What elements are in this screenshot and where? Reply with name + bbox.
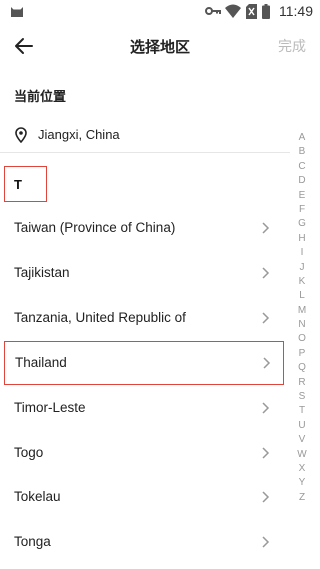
index-letter-r[interactable]: R xyxy=(292,376,312,390)
country-name: Tokelau xyxy=(14,489,61,504)
chevron-right-icon xyxy=(263,357,271,369)
index-letter-o[interactable]: O xyxy=(292,332,312,346)
index-letter-t[interactable]: T xyxy=(292,404,312,418)
country-item-thailand[interactable]: Thailand xyxy=(4,341,284,385)
country-item-tanzania[interactable]: Tanzania, United Republic of xyxy=(0,296,290,340)
chevron-right-icon xyxy=(262,222,270,234)
chevron-right-icon xyxy=(262,536,270,548)
index-letter-y[interactable]: Y xyxy=(292,476,312,490)
chevron-right-icon xyxy=(262,267,270,279)
status-bar: 11:49 xyxy=(0,0,320,24)
index-letter-p[interactable]: P xyxy=(292,347,312,361)
country-name: Tajikistan xyxy=(14,265,70,280)
chevron-right-icon xyxy=(262,402,270,414)
current-location-value: Jiangxi, China xyxy=(38,127,120,142)
index-letter-u[interactable]: U xyxy=(292,419,312,433)
no-sim-icon xyxy=(246,4,257,19)
index-letter-m[interactable]: M xyxy=(292,304,312,318)
country-item-tonga[interactable]: Tonga xyxy=(0,520,290,564)
country-item-tokelau[interactable]: Tokelau xyxy=(0,475,290,519)
country-name: Tonga xyxy=(14,534,51,549)
key-icon xyxy=(205,7,221,15)
index-letter-a[interactable]: A xyxy=(292,131,312,145)
app-bar: 选择地区 完成 xyxy=(0,24,320,68)
chevron-right-icon xyxy=(262,447,270,459)
index-letter-h[interactable]: H xyxy=(292,232,312,246)
chevron-right-icon xyxy=(262,312,270,324)
index-letter-c[interactable]: C xyxy=(292,160,312,174)
index-letter-e[interactable]: E xyxy=(292,189,312,203)
index-letter-k[interactable]: K xyxy=(292,275,312,289)
index-letter-j[interactable]: J xyxy=(292,261,312,275)
index-letter-v[interactable]: V xyxy=(292,433,312,447)
section-letter: T xyxy=(14,177,22,192)
back-arrow-icon[interactable] xyxy=(12,34,36,58)
country-name: Tanzania, United Republic of xyxy=(14,310,186,325)
current-location-item[interactable]: Jiangxi, China xyxy=(0,118,290,153)
status-time: 11:49 xyxy=(279,3,313,19)
chevron-right-icon xyxy=(262,491,270,503)
index-letter-x[interactable]: X xyxy=(292,462,312,476)
index-letter-l[interactable]: L xyxy=(292,289,312,303)
page-title: 选择地区 xyxy=(129,38,190,56)
country-item-tajikistan[interactable]: Tajikistan xyxy=(0,251,290,295)
index-letter-i[interactable]: I xyxy=(292,246,312,260)
country-name: Timor-Leste xyxy=(14,400,86,415)
country-name: Taiwan (Province of China) xyxy=(14,220,176,235)
done-button[interactable]: 完成 xyxy=(278,36,306,56)
alphabet-index[interactable]: A B C D E F G H I J K L M N O P Q R S T … xyxy=(292,131,312,505)
current-location-label: 当前位置 xyxy=(14,90,67,105)
country-name: Togo xyxy=(14,445,44,460)
cat-icon xyxy=(11,7,23,17)
index-letter-b[interactable]: B xyxy=(292,145,312,159)
index-letter-s[interactable]: S xyxy=(292,390,312,404)
country-item-togo[interactable]: Togo xyxy=(0,431,290,475)
index-letter-z[interactable]: Z xyxy=(292,491,312,505)
country-item-taiwan[interactable]: Taiwan (Province of China) xyxy=(0,206,290,250)
index-letter-q[interactable]: Q xyxy=(292,361,312,375)
index-letter-g[interactable]: G xyxy=(292,217,312,231)
wifi-icon xyxy=(225,4,241,18)
index-letter-f[interactable]: F xyxy=(292,203,312,217)
location-pin-icon xyxy=(15,127,27,143)
index-letter-d[interactable]: D xyxy=(292,174,312,188)
battery-icon xyxy=(262,4,270,19)
index-letter-w[interactable]: W xyxy=(292,448,312,462)
country-name: Thailand xyxy=(15,355,67,370)
index-letter-n[interactable]: N xyxy=(292,318,312,332)
letter-section-header: T xyxy=(4,166,47,202)
country-item-timor-leste[interactable]: Timor-Leste xyxy=(0,386,290,430)
